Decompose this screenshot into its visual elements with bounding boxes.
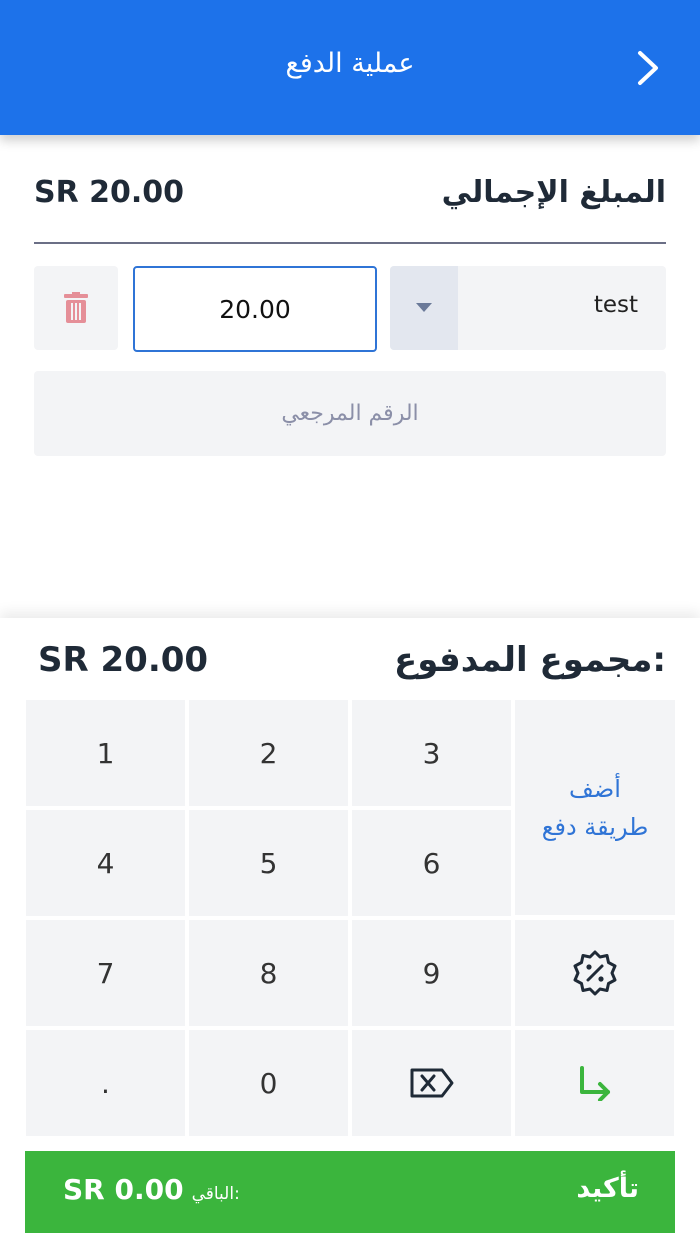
backspace-button[interactable] [352, 1030, 511, 1136]
add-payment-method-label: أضف طريقة دفع [541, 774, 649, 841]
key-decimal[interactable]: . [26, 1030, 185, 1136]
key-8[interactable]: 8 [189, 920, 348, 1026]
add-payment-method-button[interactable]: أضف طريقة دفع [515, 700, 675, 915]
backspace-icon [410, 1068, 453, 1098]
paid-amount: SR 20.00 [38, 640, 209, 680]
key-2[interactable]: 2 [189, 700, 348, 806]
page-title: عملية الدفع [285, 48, 415, 79]
divider [34, 242, 666, 244]
reference-number-input[interactable] [34, 371, 666, 456]
confirm-label: تأكيد [576, 1173, 639, 1204]
enter-button[interactable] [515, 1030, 674, 1136]
back-button[interactable] [628, 46, 668, 90]
discount-badge-icon [573, 950, 616, 996]
key-5[interactable]: 5 [189, 810, 348, 916]
key-0[interactable]: 0 [189, 1030, 348, 1136]
discount-button[interactable] [515, 920, 674, 1026]
caret-down-icon [416, 303, 432, 312]
remaining-amount: SR 0.00 [63, 1173, 184, 1206]
payment-amount-input[interactable] [133, 266, 377, 352]
delete-payment-button[interactable] [34, 266, 118, 350]
confirm-button[interactable]: تأكيد الباقي: SR 0.00 [25, 1151, 675, 1233]
chevron-right-icon [638, 51, 658, 85]
paid-label: مجموع المدفوع: [394, 640, 666, 680]
payment-method-select[interactable]: test [390, 266, 666, 350]
key-9[interactable]: 9 [352, 920, 511, 1026]
total-amount: SR 20.00 [34, 174, 185, 210]
paid-total-row: SR 20.00 مجموع المدفوع: [38, 632, 666, 688]
key-4[interactable]: 4 [26, 810, 185, 916]
key-1[interactable]: 1 [26, 700, 185, 806]
key-6[interactable]: 6 [352, 810, 511, 916]
enter-arrow-icon [579, 1066, 610, 1101]
trash-icon [64, 292, 88, 323]
remaining-amount-group: الباقي: SR 0.00 [63, 1173, 240, 1206]
remaining-label: الباقي: [191, 1184, 240, 1204]
key-3[interactable]: 3 [352, 700, 511, 806]
total-row: SR 20.00 المبلغ الإجمالي [34, 165, 666, 219]
payment-method-value: test [593, 292, 638, 318]
total-label: المبلغ الإجمالي [441, 174, 666, 210]
method-dropdown-toggle[interactable] [390, 266, 458, 350]
app-header: عملية الدفع [0, 0, 700, 135]
key-7[interactable]: 7 [26, 920, 185, 1026]
